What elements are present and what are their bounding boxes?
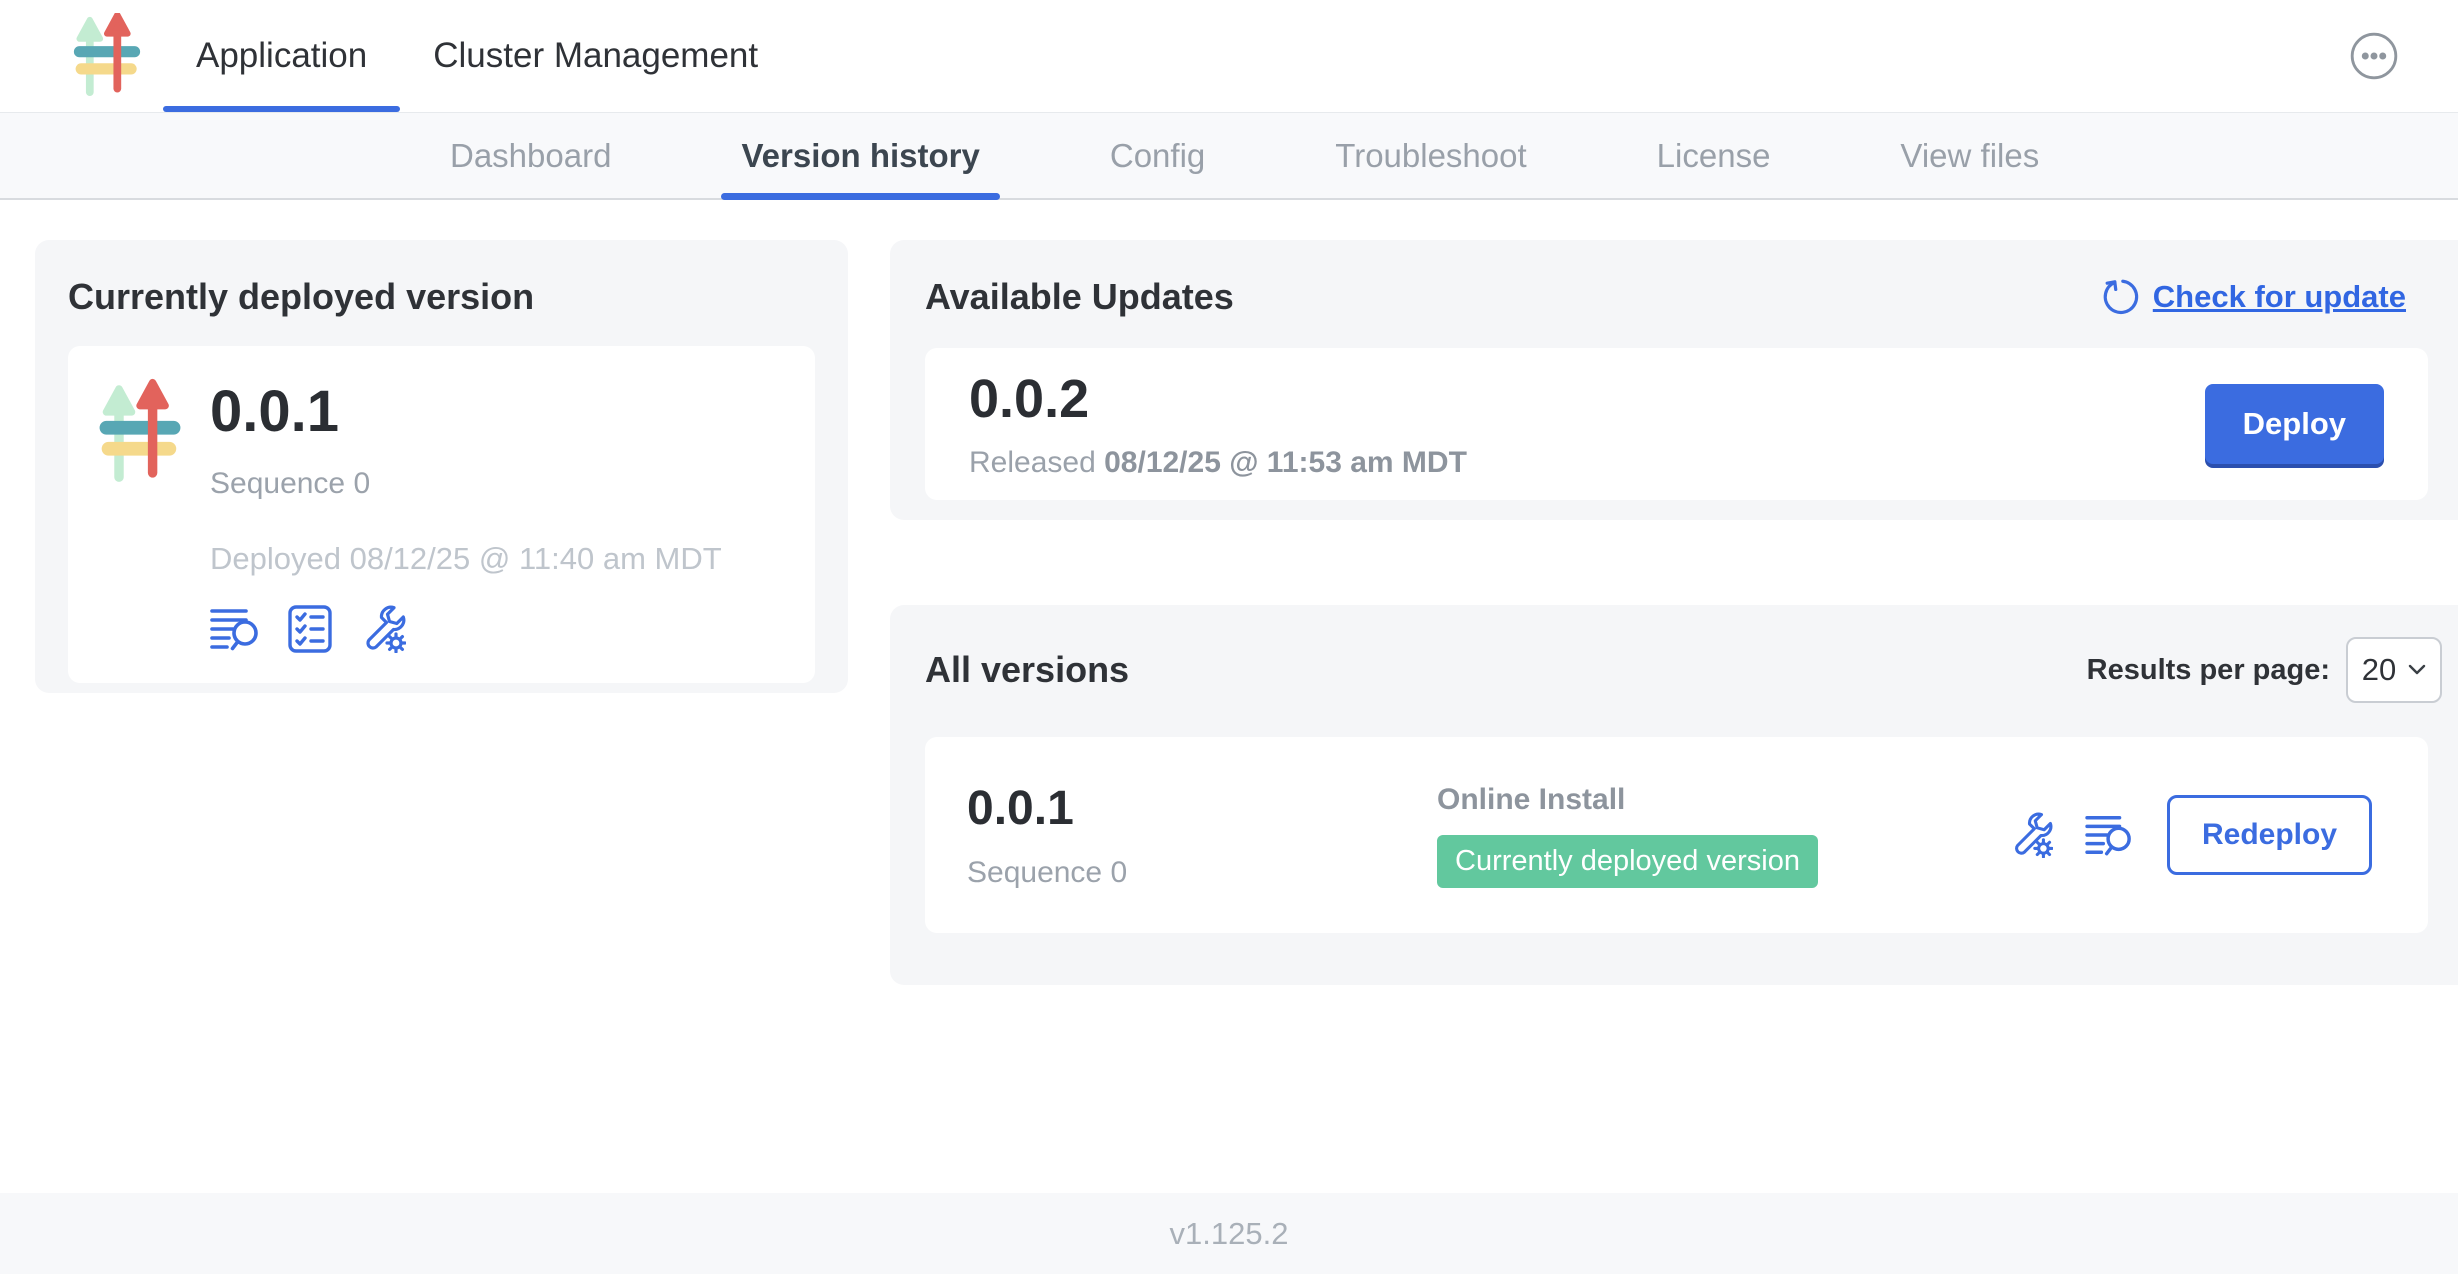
- check-for-update-label: Check for update: [2153, 279, 2406, 315]
- version-row: 0.0.1 Sequence 0 Online Install Currentl…: [925, 737, 2428, 933]
- tab-application-label: Application: [196, 36, 367, 76]
- ellipsis-circle-icon: [2350, 32, 2398, 80]
- tab-config-label: Config: [1110, 137, 1205, 175]
- deployed-version-details: 0.0.1 Sequence 0 Deployed 08/12/25 @ 11:…: [210, 370, 722, 653]
- app-logo-icon: [70, 13, 144, 99]
- check-for-update-link[interactable]: Check for update: [2101, 278, 2406, 316]
- diff-icon[interactable]: [210, 606, 262, 652]
- tab-config[interactable]: Config: [1090, 113, 1225, 198]
- top-nav: Application Cluster Management: [0, 0, 2458, 113]
- app-sub-nav: Dashboard Version history Config Trouble…: [0, 113, 2458, 200]
- tab-version-history-label: Version history: [741, 137, 979, 175]
- deployed-version-number: 0.0.1: [210, 378, 722, 445]
- deployed-timestamp: Deployed 08/12/25 @ 11:40 am MDT: [210, 541, 722, 577]
- preflight-checks-icon[interactable]: [288, 605, 332, 653]
- currently-deployed-panel: 0.0.1 Sequence 0 Deployed 08/12/25 @ 11:…: [68, 346, 815, 683]
- main-content: Currently deployed version: [0, 200, 2458, 1193]
- tab-view-files[interactable]: View files: [1880, 113, 2059, 198]
- currently-deployed-title: Currently deployed version: [68, 276, 815, 318]
- update-version-number: 0.0.2: [969, 368, 1467, 430]
- tab-license-label: License: [1657, 137, 1771, 175]
- results-per-page: Results per page: 20: [2087, 637, 2442, 703]
- app-logo-icon: [98, 378, 182, 488]
- tab-dashboard-label: Dashboard: [450, 137, 611, 175]
- all-versions-card: All versions Results per page: 20 0.0: [890, 605, 2458, 985]
- tab-cluster-management[interactable]: Cluster Management: [400, 0, 791, 112]
- deploy-button[interactable]: Deploy: [2205, 384, 2384, 464]
- available-updates-card: Available Updates Check for update 0.0.2…: [890, 240, 2458, 520]
- overflow-menu-button[interactable]: [2350, 32, 2398, 80]
- results-per-page-select[interactable]: 20: [2346, 637, 2442, 703]
- update-released-line: Released 08/12/25 @ 11:53 am MDT: [969, 446, 1467, 480]
- status-badge: Currently deployed version: [1437, 835, 1818, 888]
- results-per-page-label: Results per page:: [2087, 654, 2330, 687]
- chevron-down-icon: [2408, 664, 2426, 676]
- tab-troubleshoot[interactable]: Troubleshoot: [1315, 113, 1546, 198]
- tab-version-history[interactable]: Version history: [721, 113, 999, 198]
- top-nav-tabs: Application Cluster Management: [163, 0, 791, 112]
- available-update-row: 0.0.2 Released 08/12/25 @ 11:53 am MDT D…: [925, 348, 2428, 500]
- deployed-action-icons: [210, 605, 722, 653]
- results-per-page-value: 20: [2362, 652, 2396, 688]
- config-icon[interactable]: [2007, 812, 2053, 858]
- currently-deployed-card: Currently deployed version: [35, 240, 848, 693]
- tab-dashboard[interactable]: Dashboard: [430, 113, 631, 198]
- install-type-label: Online Install: [1437, 783, 1818, 817]
- available-updates-title: Available Updates: [925, 276, 1234, 318]
- released-prefix: Released: [969, 446, 1096, 479]
- admin-console-page: Application Cluster Management Dashboard…: [0, 0, 2458, 1274]
- refresh-icon: [2101, 278, 2139, 316]
- tab-troubleshoot-label: Troubleshoot: [1335, 137, 1526, 175]
- redeploy-button[interactable]: Redeploy: [2167, 795, 2372, 875]
- version-row-status: Online Install Currently deployed versio…: [1437, 783, 1818, 888]
- all-versions-title: All versions: [925, 649, 1129, 691]
- tab-view-files-label: View files: [1900, 137, 2039, 175]
- deployed-sequence: Sequence 0: [210, 467, 722, 501]
- console-version: v1.125.2: [1170, 1216, 1289, 1252]
- version-row-actions: Redeploy: [2007, 795, 2372, 875]
- page-footer: v1.125.2: [0, 1193, 2458, 1274]
- tab-application[interactable]: Application: [163, 0, 400, 112]
- tab-license[interactable]: License: [1637, 113, 1791, 198]
- version-row-info: 0.0.1 Sequence 0: [967, 781, 1437, 890]
- tab-cluster-management-label: Cluster Management: [433, 36, 758, 76]
- row-version-number: 0.0.1: [967, 781, 1437, 836]
- config-icon[interactable]: [358, 605, 406, 653]
- right-column: Available Updates Check for update 0.0.2…: [890, 240, 2458, 1193]
- diff-icon[interactable]: [2085, 813, 2135, 857]
- update-details: 0.0.2 Released 08/12/25 @ 11:53 am MDT: [969, 368, 1467, 480]
- released-timestamp: 08/12/25 @ 11:53 am MDT: [1104, 446, 1467, 479]
- row-sequence: Sequence 0: [967, 856, 1437, 890]
